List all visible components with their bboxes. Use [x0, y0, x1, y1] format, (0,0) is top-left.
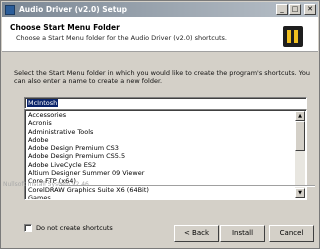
- folder-input-value[interactable]: McIntosh: [27, 99, 59, 107]
- start-menu-folder-input[interactable]: McIntosh: [24, 97, 307, 109]
- page-header: Choose Start Menu Folder Choose a Start …: [2, 17, 318, 52]
- installer-icon: [5, 4, 15, 15]
- no-shortcuts-label[interactable]: Do not create shortcuts: [36, 224, 113, 232]
- no-shortcuts-checkbox[interactable]: [24, 224, 32, 232]
- page-title: Choose Start Menu Folder: [10, 23, 120, 32]
- folder-list-item[interactable]: Administrative Tools: [28, 128, 303, 136]
- close-button[interactable]: ✕: [304, 4, 316, 15]
- maximize-button[interactable]: □: [289, 4, 301, 15]
- description-text: Select the Start Menu folder in which yo…: [14, 69, 310, 85]
- folder-list-item[interactable]: Altium Designer Summer 09 Viewer: [28, 169, 303, 177]
- window-title: Audio Driver (v2.0) Setup: [19, 5, 128, 14]
- folder-list-item[interactable]: Acronis: [28, 119, 303, 127]
- folder-list-item[interactable]: Games: [28, 194, 303, 199]
- scroll-thumb[interactable]: [295, 121, 305, 151]
- folder-list-item[interactable]: Adobe Design Premium CS5.5: [28, 152, 303, 160]
- no-shortcuts-row[interactable]: Do not create shortcuts: [24, 224, 113, 232]
- scroll-up-icon[interactable]: ▲: [295, 111, 305, 121]
- install-button[interactable]: Install: [220, 225, 265, 242]
- installer-logo-icon: [283, 26, 303, 47]
- minimize-button[interactable]: _: [276, 4, 288, 15]
- title-buttons: _ □ ✕: [276, 4, 316, 15]
- folder-list-item[interactable]: Adobe Design Premium CS3: [28, 144, 303, 152]
- content-area: Select the Start Menu folder in which yo…: [2, 53, 318, 232]
- scroll-down-icon[interactable]: ▼: [295, 188, 305, 198]
- folder-list-item[interactable]: Adobe LiveCycle ES2: [28, 161, 303, 169]
- setup-window: Audio Driver (v2.0) Setup _ □ ✕ Choose S…: [0, 0, 320, 249]
- page-subtitle: Choose a Start Menu folder for the Audio…: [16, 34, 227, 42]
- back-button[interactable]: < Back: [174, 225, 219, 242]
- folder-list-item[interactable]: Adobe: [28, 136, 303, 144]
- title-bar[interactable]: Audio Driver (v2.0) Setup _ □ ✕: [2, 2, 318, 17]
- footer-divider: [59, 185, 315, 187]
- cancel-button[interactable]: Cancel: [269, 225, 314, 242]
- folder-list-item[interactable]: Accessories: [28, 111, 303, 119]
